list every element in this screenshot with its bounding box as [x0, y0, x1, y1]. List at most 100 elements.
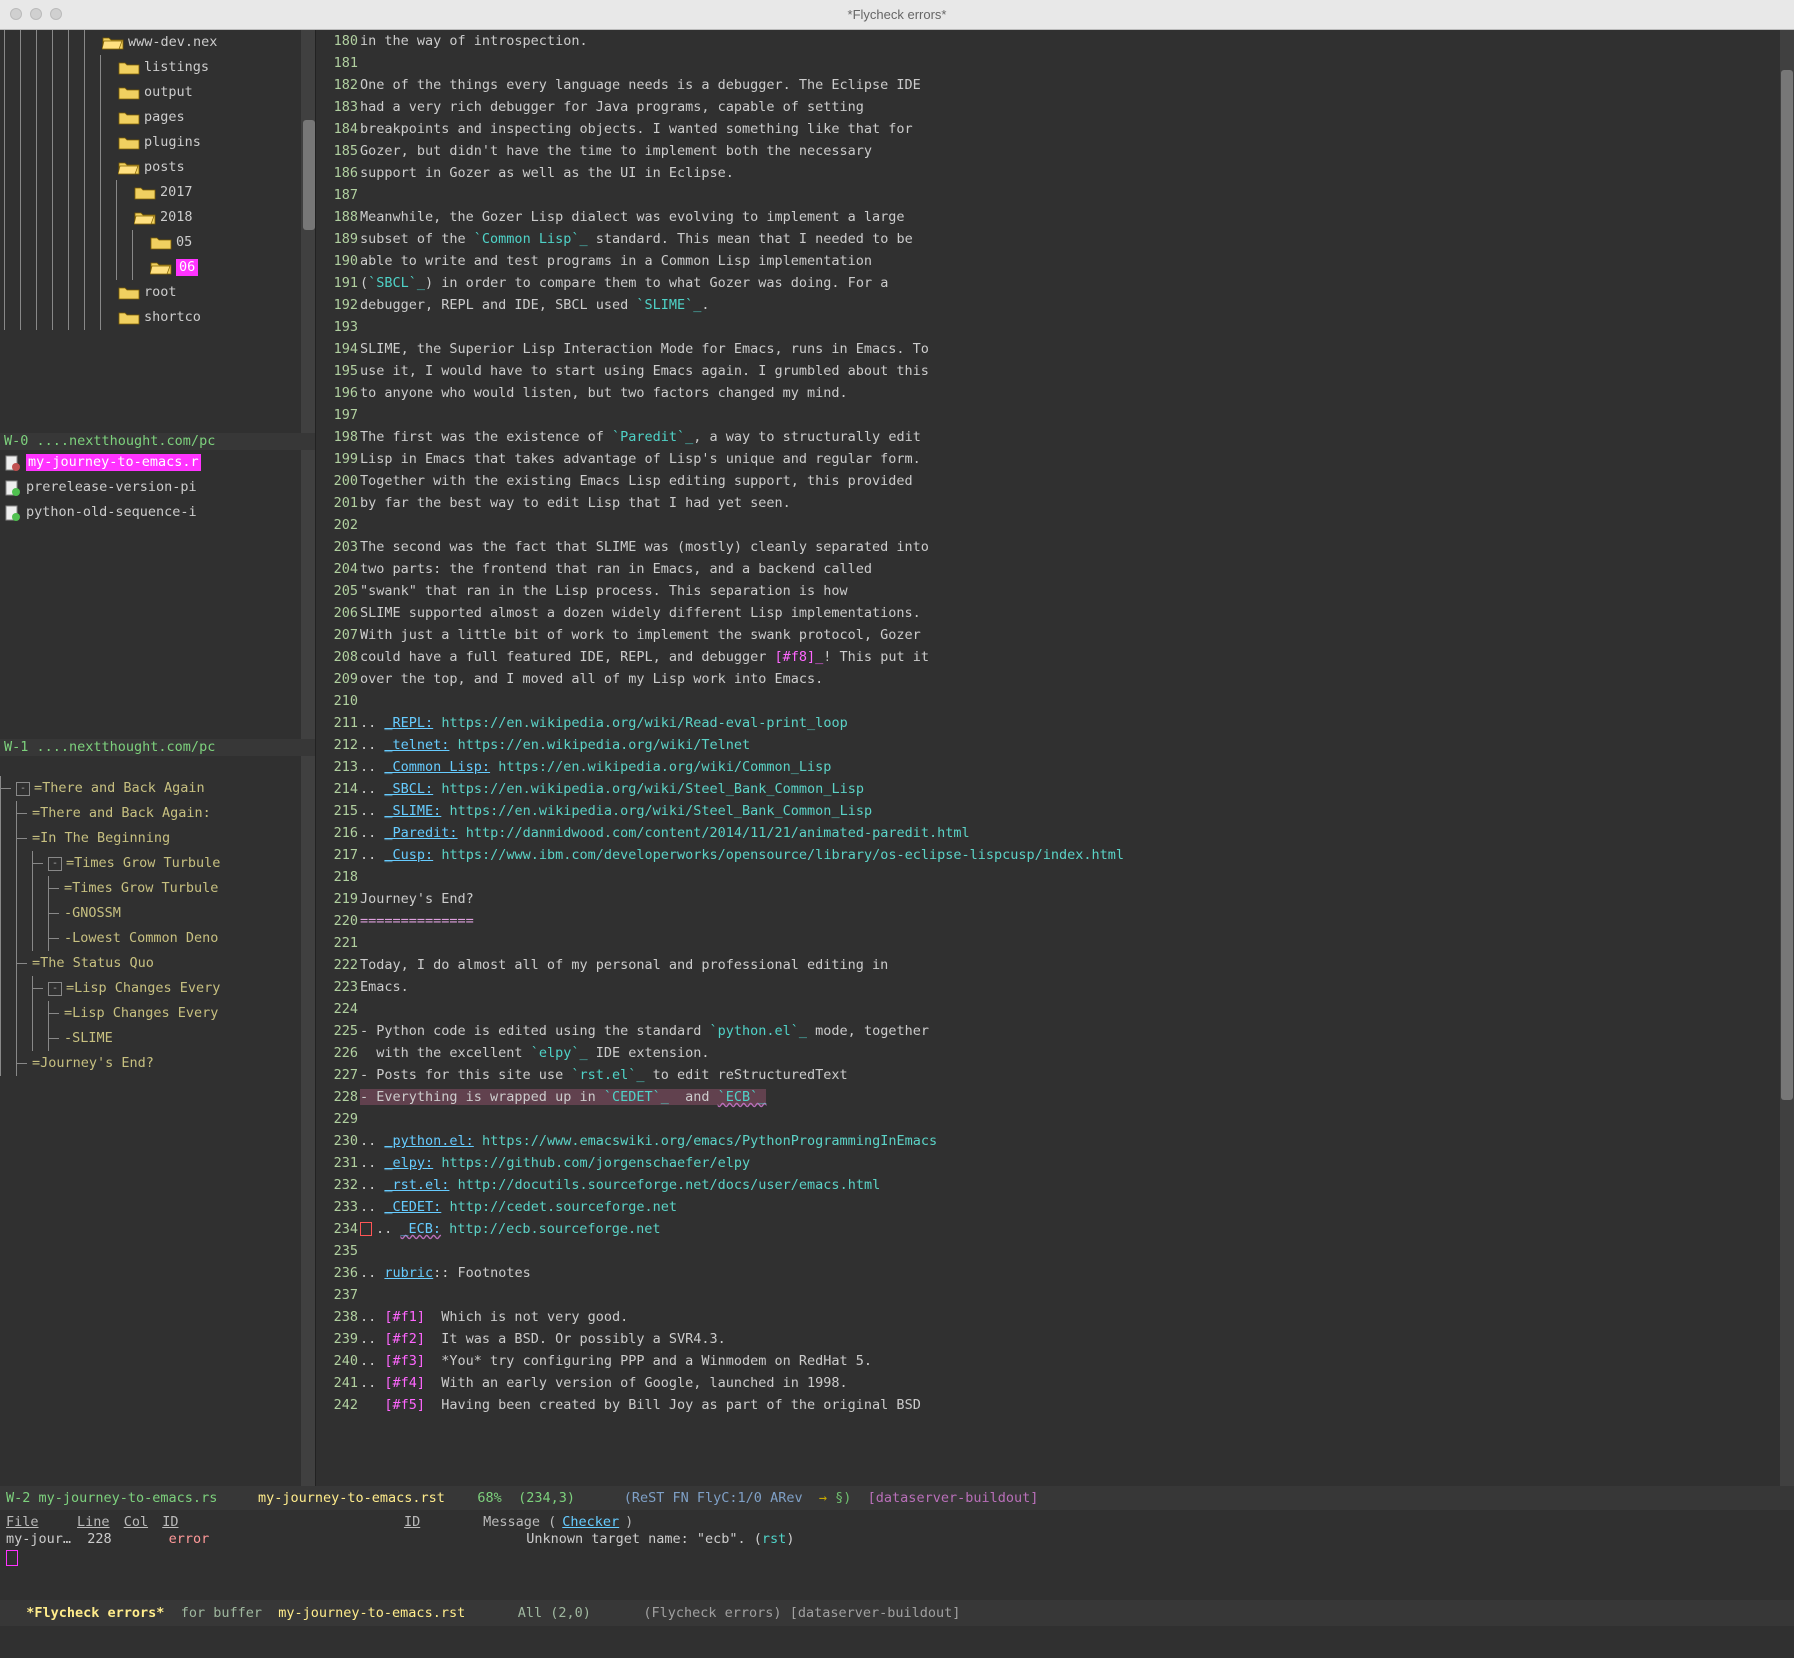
outline-toggle-icon[interactable]: - — [48, 982, 62, 996]
dir-label: root — [144, 284, 177, 301]
panel-scroll-track — [301, 450, 315, 756]
dir-tree-item[interactable]: 06 — [0, 255, 301, 280]
dir-label: www-dev.nex — [128, 34, 217, 51]
paren-close: ) — [786, 1531, 794, 1547]
col-line[interactable]: Line — [77, 1514, 110, 1530]
outline-label: -Lowest Common Deno — [64, 930, 218, 947]
outline-label: =In The Beginning — [32, 830, 170, 847]
col-checker[interactable]: Checker — [562, 1514, 619, 1530]
outline-item[interactable]: =In The Beginning — [0, 826, 301, 851]
ecb-sources-panel: my-journey-to-emacs.r prerelease-version… — [0, 450, 315, 756]
cell-message: Unknown target name: "ecb". ( — [526, 1531, 762, 1547]
outline-item[interactable]: =Lisp Changes Every — [0, 1001, 301, 1026]
folder-open-icon — [118, 160, 140, 176]
outline-label: =Times Grow Turbule — [66, 855, 220, 872]
panel-scrollbar[interactable] — [303, 120, 315, 230]
outline-toggle-icon[interactable]: - — [16, 782, 30, 796]
modeline-line-col: (234,3) — [518, 1490, 575, 1506]
echo-area — [0, 1626, 1794, 1658]
outline-item[interactable]: -=Times Grow Turbule — [0, 851, 301, 876]
source-label: my-journey-to-emacs.r — [26, 454, 201, 471]
error-marker-icon — [360, 1222, 372, 1236]
dir-label: listings — [144, 59, 209, 76]
bottom-modes: (Flycheck errors) [dataserver-buildout] — [643, 1605, 960, 1621]
window-titlebar: *Flycheck errors* — [0, 0, 1794, 30]
dir-tree-item[interactable]: posts — [0, 155, 301, 180]
ecb-methods-panel: -=There and Back Again=There and Back Ag… — [0, 756, 315, 1486]
outline-item[interactable]: -=Lisp Changes Every — [0, 976, 301, 1001]
col-id2[interactable]: ID — [404, 1514, 420, 1530]
outline-item[interactable]: =There and Back Again: — [0, 801, 301, 826]
outline-item[interactable]: -SLIME — [0, 1026, 301, 1051]
dir-tree-item[interactable]: plugins — [0, 130, 301, 155]
outline-item[interactable]: -=There and Back Again — [0, 776, 301, 801]
editor-gutter: 1801811821831841851861871881891901911921… — [316, 30, 360, 1486]
col-file[interactable]: File — [6, 1514, 39, 1530]
cell-line: 228 — [87, 1531, 111, 1547]
file-status-icon — [4, 480, 22, 496]
outline-label: =There and Back Again — [34, 780, 205, 797]
dir-tree-item[interactable]: www-dev.nex — [0, 30, 301, 55]
flycheck-errors-buffer[interactable]: File Line Col ID ID Message ( Checker) my… — [0, 1510, 1794, 1600]
zoom-dot-icon[interactable] — [50, 8, 62, 20]
panel-scroll-track — [301, 30, 315, 450]
folder-closed-icon — [118, 310, 140, 326]
source-item[interactable]: prerelease-version-pi — [0, 475, 301, 500]
col-col[interactable]: Col — [124, 1514, 148, 1530]
ecb-sidebar: www-dev.nex listings output pages plugin… — [0, 30, 316, 1486]
outline-item[interactable]: -GNOSSM — [0, 901, 301, 926]
folder-closed-icon — [150, 235, 172, 251]
dir-tree-item[interactable]: 05 — [0, 230, 301, 255]
editor-scrollbar[interactable] — [1781, 70, 1793, 1100]
modeline-sym: §) — [835, 1490, 851, 1506]
panel-scroll-track — [301, 756, 315, 1486]
folder-closed-icon — [134, 185, 156, 201]
outline-item[interactable]: =The Status Quo — [0, 951, 301, 976]
dir-tree-item[interactable]: 2017 — [0, 180, 301, 205]
bottom-position: All (2,0) — [518, 1605, 591, 1621]
panel-statusline: W-0 ....nextthought.com/pc — [0, 433, 315, 450]
dir-tree-item[interactable]: listings — [0, 55, 301, 80]
dir-tree-item[interactable]: root — [0, 280, 301, 305]
dir-label: 2018 — [160, 209, 193, 226]
outline-item[interactable]: =Journey's End? — [0, 1051, 301, 1076]
flycheck-error-row[interactable]: my-jour… 228 error Unknown target name: … — [6, 1531, 1788, 1548]
folder-closed-icon — [118, 85, 140, 101]
outline-label: =Journey's End? — [32, 1055, 154, 1072]
outline-label: =Lisp Changes Every — [64, 1005, 218, 1022]
folder-closed-icon — [118, 110, 140, 126]
editor-window[interactable]: 1801811821831841851861871881891901911921… — [316, 30, 1794, 1486]
outline-item[interactable]: -Lowest Common Deno — [0, 926, 301, 951]
modeline-modes: (ReST FN FlyC:1/0 ARev — [624, 1490, 803, 1506]
dir-tree-item[interactable]: output — [0, 80, 301, 105]
source-label: prerelease-version-pi — [26, 479, 197, 496]
dir-label: plugins — [144, 134, 201, 151]
folder-closed-icon — [118, 135, 140, 151]
close-dot-icon[interactable] — [10, 8, 22, 20]
col-id[interactable]: ID — [162, 1514, 178, 1530]
modeline-buffer-id: W-2 my-journey-to-emacs.rs — [6, 1490, 217, 1506]
bottom-file: my-journey-to-emacs.rst — [278, 1605, 465, 1621]
editor-modeline: W-2 my-journey-to-emacs.rs my-journey-to… — [0, 1486, 1794, 1510]
outline-label: =The Status Quo — [32, 955, 154, 972]
outline-toggle-icon[interactable]: - — [48, 857, 62, 871]
source-item[interactable]: python-old-sequence-i — [0, 500, 301, 525]
dir-tree-item[interactable]: 2018 — [0, 205, 301, 230]
dir-tree-item[interactable]: pages — [0, 105, 301, 130]
dir-tree-item[interactable]: shortco — [0, 305, 301, 330]
cell-file: my-jour… — [6, 1531, 71, 1547]
file-status-icon — [4, 505, 22, 521]
folder-open-icon — [150, 260, 172, 276]
minimize-dot-icon[interactable] — [30, 8, 42, 20]
paren-close: ) — [625, 1514, 633, 1530]
outline-item[interactable]: =Times Grow Turbule — [0, 876, 301, 901]
modeline-filename: my-journey-to-emacs.rst — [258, 1490, 445, 1506]
editor-text-area[interactable]: in the way of introspection.One of the t… — [360, 30, 1780, 1486]
ecb-directories-panel: www-dev.nex listings output pages plugin… — [0, 30, 315, 450]
dir-label: 06 — [176, 259, 198, 276]
col-message[interactable]: Message ( — [483, 1514, 556, 1530]
panel-statusline: W-1 ....nextthought.com/pc — [0, 739, 315, 756]
source-item[interactable]: my-journey-to-emacs.r — [0, 450, 301, 475]
outline-label: -GNOSSM — [64, 905, 121, 922]
file-status-icon — [4, 455, 22, 471]
